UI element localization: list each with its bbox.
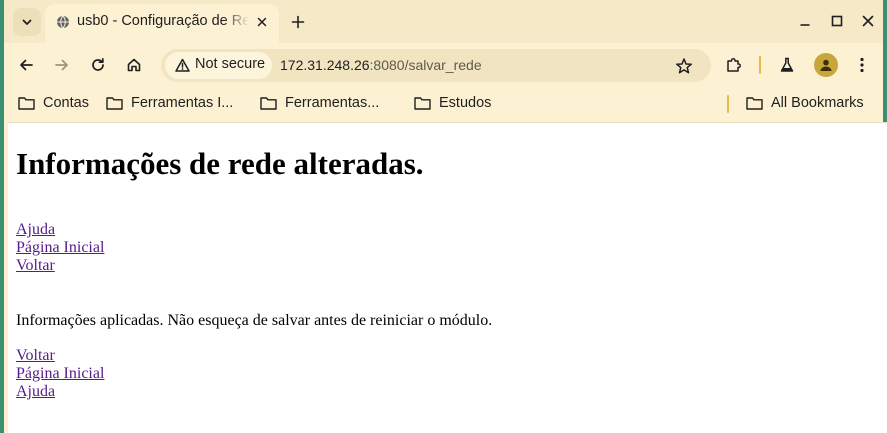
tab-close-button[interactable]: [253, 13, 271, 31]
labs-button[interactable]: [773, 51, 801, 79]
minimize-button[interactable]: [794, 10, 816, 32]
more-menu-button[interactable]: [848, 51, 876, 79]
close-icon: [862, 15, 874, 27]
link-ajuda-top[interactable]: Ajuda: [16, 221, 55, 239]
maximize-icon: [831, 15, 843, 27]
all-bookmarks-label: All Bookmarks: [771, 95, 864, 111]
status-message: Informações aplicadas. Não esqueça de sa…: [16, 312, 493, 329]
bookmark-folder-contas[interactable]: Contas: [18, 92, 89, 114]
toolbar: Not secure 172.31.248.26:8080/salvar_red…: [4, 43, 883, 87]
security-chip[interactable]: Not secure: [165, 52, 272, 79]
extensions-button[interactable]: [720, 51, 748, 79]
security-label: Not secure: [195, 56, 266, 72]
bookmark-folder-ferramentas-1[interactable]: Ferramentas I...: [106, 92, 246, 114]
home-icon: [126, 57, 142, 73]
page-heading: Informações de rede alteradas.: [16, 146, 424, 181]
bookmark-label: Ferramentas I...: [131, 95, 234, 111]
star-icon[interactable]: [675, 57, 693, 75]
home-button[interactable]: [120, 51, 148, 79]
tab-search-button[interactable]: [13, 8, 41, 36]
avatar-icon: [819, 58, 833, 72]
plus-icon: [291, 15, 305, 29]
new-tab-button[interactable]: [285, 9, 311, 35]
chevron-down-icon: [21, 16, 33, 28]
link-pagina-inicial-top[interactable]: Página Inicial: [16, 239, 104, 257]
folder-icon: [18, 97, 35, 110]
labs-flask-icon: [779, 57, 795, 73]
url-path: :8080/salvar_rede: [369, 57, 482, 73]
globe-icon: [56, 15, 70, 29]
bookmark-label: Contas: [43, 95, 89, 111]
bookmark-folder-estudos[interactable]: Estudos: [414, 92, 491, 114]
browser-window: usb0 - Configuração de Rede Not secure 1…: [0, 0, 887, 433]
bookmark-folder-ferramentas-2[interactable]: Ferramentas...: [260, 92, 395, 114]
folder-icon: [106, 97, 123, 110]
profile-avatar[interactable]: [814, 53, 838, 77]
url-text[interactable]: 172.31.248.26:8080/salvar_rede: [280, 57, 482, 73]
folder-icon: [260, 97, 277, 110]
bookmark-label: Estudos: [439, 95, 492, 111]
address-bar[interactable]: Not secure 172.31.248.26:8080/salvar_red…: [161, 49, 711, 82]
link-pagina-inicial-bottom[interactable]: Página Inicial: [16, 365, 104, 383]
url-host: 172.31.248.26: [280, 57, 370, 73]
folder-icon: [746, 97, 763, 110]
warning-icon: [175, 58, 190, 73]
toolbar-divider: [759, 56, 761, 74]
reload-button[interactable]: [84, 51, 112, 79]
bookmarks-bar: Contas Ferramentas I... Ferramentas... E…: [4, 87, 883, 122]
link-voltar-top[interactable]: Voltar: [16, 257, 55, 275]
reload-icon: [90, 57, 106, 73]
page-content: Informações de rede alteradas. Ajuda Pág…: [8, 122, 887, 433]
close-window-button[interactable]: [857, 10, 879, 32]
all-bookmarks-button[interactable]: All Bookmarks: [746, 92, 864, 114]
more-vert-icon: [860, 57, 864, 73]
back-arrow-icon: [18, 57, 34, 73]
link-ajuda-bottom[interactable]: Ajuda: [16, 383, 55, 401]
back-button[interactable]: [12, 51, 40, 79]
link-voltar-bottom[interactable]: Voltar: [16, 347, 55, 365]
close-icon: [257, 17, 267, 27]
tab-title: usb0 - Configuração de Rede: [77, 13, 249, 29]
forward-arrow-icon: [54, 57, 70, 73]
folder-icon: [414, 97, 431, 110]
tab-strip: usb0 - Configuração de Rede: [4, 0, 883, 43]
tab-active[interactable]: usb0 - Configuração de Rede: [45, 4, 279, 43]
minimize-icon: [799, 15, 811, 27]
bookmark-label: Ferramentas...: [285, 95, 380, 111]
extensions-icon: [725, 56, 743, 74]
maximize-button[interactable]: [826, 10, 848, 32]
bookmarks-divider: [727, 95, 729, 113]
forward-button[interactable]: [48, 51, 76, 79]
